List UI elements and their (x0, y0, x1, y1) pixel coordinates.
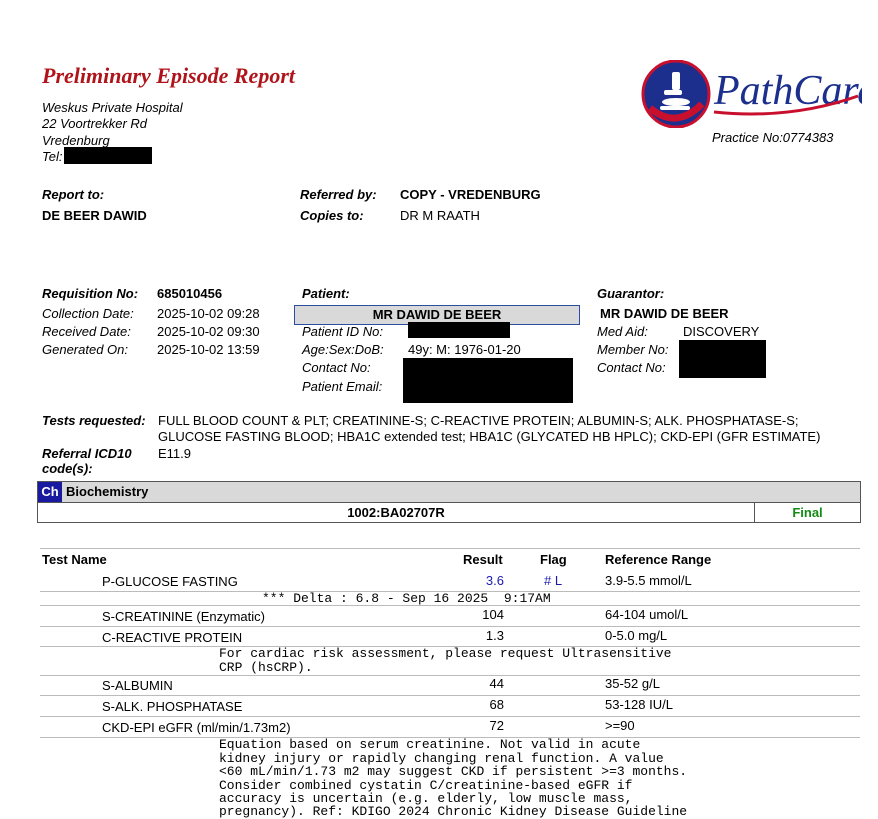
table-row-name: P-GLUCOSE FASTING (102, 574, 238, 589)
report-title: Preliminary Episode Report (42, 63, 295, 88)
collection-date-value: 2025-10-02 09:28 (157, 306, 260, 321)
section-header: Ch Biochemistry (37, 481, 861, 503)
table-row-reference: >=90 (605, 718, 635, 733)
table-row-name: C-REACTIVE PROTEIN (102, 630, 243, 645)
table-row-name: S-ALK. PHOSPHATASE (102, 699, 243, 714)
age-sex-dob-label: Age:Sex:DoB: (302, 342, 384, 357)
hospital-street: 22 Voortrekker Rd (42, 116, 148, 131)
copies-to-value: DR M RAATH (400, 208, 480, 223)
patient-label: Patient: (302, 286, 350, 301)
egfr-note-line1: Equation based on serum creatinine. Not … (219, 737, 641, 752)
table-row-result: 72 (489, 718, 504, 733)
received-date-value: 2025-10-02 09:30 (157, 324, 260, 339)
patient-contact-label: Contact No: (302, 360, 371, 375)
section-badge: Ch (38, 482, 62, 502)
patient-email-label: Patient Email: (302, 379, 383, 394)
table-row-result: 44 (489, 676, 504, 691)
crp-note-line1: For cardiac risk assessment, please requ… (219, 646, 672, 661)
table-row-reference: 35-52 g/L (605, 676, 660, 691)
report-to-label: Report to: (42, 187, 105, 202)
practice-number: Practice No:0774383 (712, 130, 834, 145)
icd10-label: Referral ICD10 (42, 446, 132, 461)
report-to-value: DE BEER DAWID (42, 208, 147, 223)
generated-on-value: 2025-10-02 13:59 (157, 342, 260, 357)
lab-id: 1002:BA02707R (38, 503, 755, 522)
col-header-test-name: Test Name (42, 552, 107, 567)
table-row-name: CKD-EPI eGFR (ml/min/1.73m2) (102, 720, 291, 735)
patient-id-label: Patient ID No: (302, 324, 383, 339)
redacted-patient-id (408, 322, 510, 338)
tests-requested-label: Tests requested: (42, 413, 146, 428)
age-sex-dob-value: 49y: M: 1976-01-20 (408, 342, 521, 357)
guarantor-name: MR DAWID DE BEER (600, 306, 729, 321)
collection-date-label: Collection Date: (42, 306, 134, 321)
redacted-member-contact (679, 340, 766, 378)
lab-id-row: 1002:BA02707R Final (37, 502, 861, 523)
redacted-contact-email (403, 358, 573, 403)
table-row-name: S-ALBUMIN (102, 678, 173, 693)
table-row-reference: 3.9-5.5 mmol/L (605, 573, 692, 588)
status-badge: Final (792, 505, 823, 520)
referred-by-value: COPY - VREDENBURG (400, 187, 541, 202)
hospital-name: Weskus Private Hospital (42, 100, 183, 115)
pathcare-logo: PathCare (640, 59, 876, 129)
tests-requested-line1: FULL BLOOD COUNT & PLT; CREATININE-S; C-… (158, 413, 799, 428)
med-aid-value: DISCOVERY (683, 324, 760, 339)
member-no-label: Member No: (597, 342, 669, 357)
table-row-result: 3.6 (485, 573, 504, 588)
section-title: Biochemistry (66, 484, 149, 499)
hospital-town: Vredenburg (42, 133, 110, 148)
table-row-name: S-CREATININE (Enzymatic) (102, 609, 265, 624)
tests-requested-line2: GLUCOSE FASTING BLOOD; HBA1C extended te… (158, 429, 821, 444)
col-header-reference: Reference Range (605, 552, 712, 567)
received-date-label: Received Date: (42, 324, 131, 339)
requisition-label: Requisition No: (42, 286, 139, 301)
table-row-reference: 0-5.0 mg/L (605, 628, 668, 643)
divider (40, 695, 860, 696)
med-aid-label: Med Aid: (597, 324, 648, 339)
icd10-value: E11.9 (158, 446, 192, 461)
requisition-value: 685010456 (157, 286, 223, 301)
divider (40, 716, 860, 717)
table-row-reference: 64-104 umol/L (605, 607, 689, 622)
table-row-result: 1.3 (485, 628, 504, 643)
copies-to-label: Copies to: (300, 208, 364, 223)
guarantor-label: Guarantor: (597, 286, 665, 301)
generated-on-label: Generated On: (42, 342, 128, 357)
table-row-flag: # L (544, 573, 563, 588)
col-header-flag: Flag (540, 552, 567, 567)
divider (40, 548, 860, 549)
hospital-tel-label: Tel: (42, 149, 63, 164)
table-row-result: 104 (482, 607, 504, 622)
table-row-reference: 53-128 IU/L (605, 697, 673, 712)
logo-wordmark: PathCare (713, 68, 862, 114)
referred-by-label: Referred by: (300, 187, 377, 202)
table-row-result: 68 (489, 697, 504, 712)
divider (40, 605, 860, 606)
redacted-tel (64, 147, 152, 164)
egfr-note-line3: <60 mL/min/1.73 m2 may suggest CKD if pe… (219, 764, 688, 779)
guarantor-contact-label: Contact No: (597, 360, 666, 375)
col-header-result: Result (463, 552, 503, 567)
crp-note-line2: CRP (hsCRP). (219, 660, 313, 675)
egfr-note-line6: pregnancy). Ref: KDIGO 2024 Chronic Kidn… (219, 804, 688, 819)
divider (40, 626, 860, 627)
delta-note: *** Delta : 6.8 - Sep 16 2025 9:17AM (262, 591, 551, 606)
icd10-label-line2: code(s): (42, 461, 93, 476)
